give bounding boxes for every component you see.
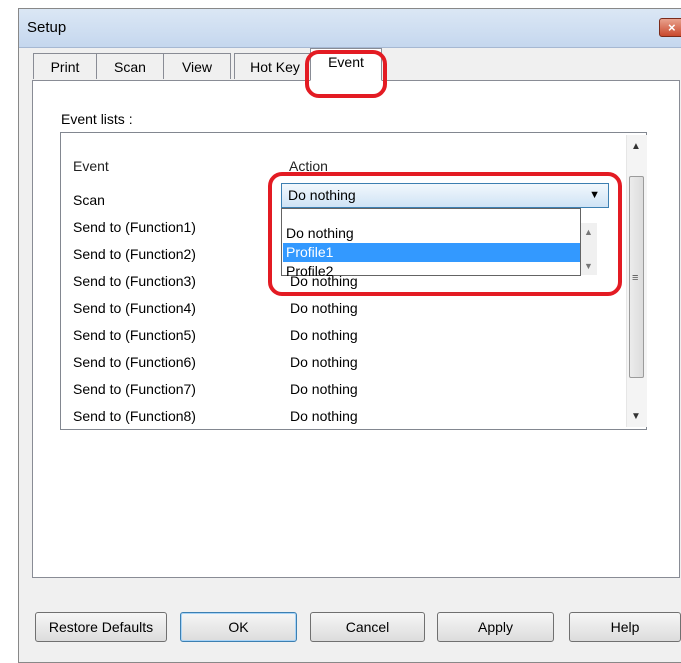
scroll-down-icon[interactable]: ▼ [584, 261, 593, 271]
tab-event[interactable]: Event [310, 48, 382, 81]
chevron-down-icon[interactable]: ▼ [589, 184, 600, 207]
dropdown-scrollbar[interactable]: ▲ ▼ [581, 223, 597, 275]
tab-scan[interactable]: Scan [96, 53, 164, 79]
action-value[interactable]: Do nothing [290, 408, 358, 424]
action-dropdown: Do nothing Profile1 Profile2 [281, 208, 581, 279]
scrollbar-thumb[interactable]: ≡ [629, 176, 644, 378]
help-button[interactable]: Help [569, 612, 681, 642]
column-header-action[interactable]: Action [289, 158, 328, 174]
tab-print[interactable]: Print [33, 53, 97, 79]
action-combo[interactable]: Do nothing ▼ [281, 183, 609, 208]
option-do-nothing[interactable]: Do nothing [283, 224, 580, 243]
option-profile2[interactable]: Profile2 [283, 262, 580, 281]
combo-value: Do nothing [288, 187, 356, 203]
event-row-label[interactable]: Send to (Function7) [73, 381, 196, 397]
event-row-label[interactable]: Send to (Function1) [73, 219, 196, 235]
close-icon[interactable]: × [659, 18, 681, 37]
tab-view[interactable]: View [163, 53, 231, 79]
tab-hot-key[interactable]: Hot Key [234, 53, 316, 79]
event-row-label[interactable]: Send to (Function4) [73, 300, 196, 316]
apply-button[interactable]: Apply [437, 612, 554, 642]
action-value[interactable]: Do nothing [290, 381, 358, 397]
action-value[interactable]: Do nothing [290, 300, 358, 316]
grip-icon: ≡ [632, 272, 639, 284]
event-row-label[interactable]: Send to (Function5) [73, 327, 196, 343]
action-value[interactable]: Do nothing [290, 354, 358, 370]
event-lists-label: Event lists : [61, 111, 133, 127]
restore-defaults-button[interactable]: Restore Defaults [35, 612, 167, 642]
scroll-down-icon[interactable]: ▼ [631, 411, 641, 422]
action-value[interactable]: Do nothing [290, 327, 358, 343]
scroll-up-icon[interactable]: ▲ [584, 227, 593, 237]
column-header-event[interactable]: Event [73, 158, 109, 174]
list-scrollbar[interactable]: ▲ ≡ ▼ [626, 135, 647, 427]
event-row-label[interactable]: Scan [73, 192, 105, 208]
ok-button[interactable]: OK [180, 612, 297, 642]
event-row-label[interactable]: Send to (Function2) [73, 246, 196, 262]
event-row-label[interactable]: Send to (Function6) [73, 354, 196, 370]
event-row-label[interactable]: Send to (Function3) [73, 273, 196, 289]
option-profile1[interactable]: Profile1 [283, 243, 580, 262]
title-bar: Setup × [19, 9, 681, 48]
scroll-up-icon[interactable]: ▲ [631, 141, 641, 152]
event-row-label[interactable]: Send to (Function8) [73, 408, 196, 424]
cancel-button[interactable]: Cancel [310, 612, 425, 642]
window-title: Setup [27, 19, 67, 36]
